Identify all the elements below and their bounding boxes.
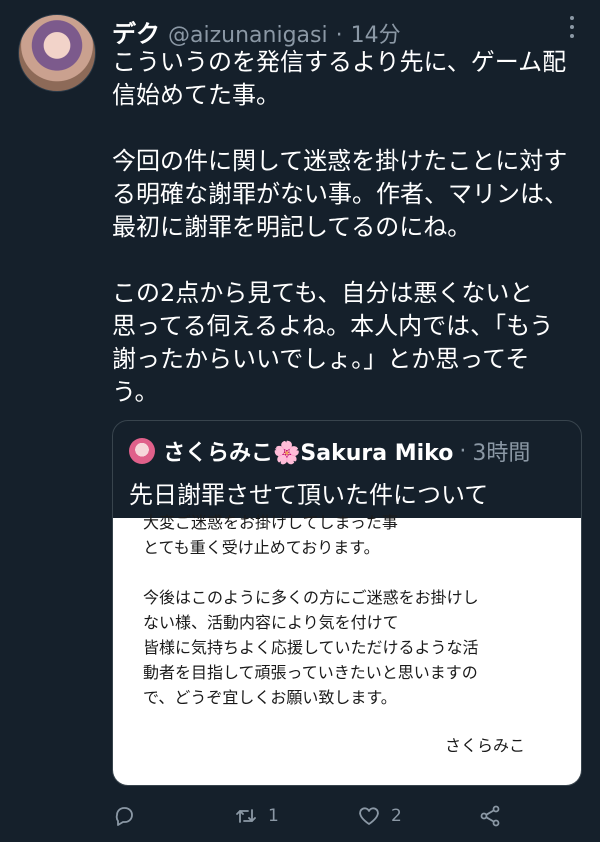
heart-icon	[359, 807, 379, 825]
author-avatar[interactable]	[18, 14, 96, 92]
image-signature: さくらみこ	[444, 736, 525, 755]
quoted-tweet-header: さくらみこ🌸Sakura Miko · 3時間	[129, 435, 569, 467]
author-display-name[interactable]: デク	[112, 14, 160, 49]
retweet-icon	[236, 809, 256, 823]
tweet-header: デク @aizunanigasi · 14分	[112, 14, 401, 48]
tweet-action-bar: 1 2	[112, 800, 582, 832]
quoted-tweet-timestamp: 3時間	[472, 441, 531, 466]
like-count: 2	[391, 806, 402, 826]
quoted-tweet-text: 先日謝罪させて頂いた件について	[129, 481, 489, 509]
author-handle[interactable]: @aizunanigasi	[168, 23, 328, 48]
quoted-header-separator: ·	[459, 438, 467, 464]
tweet-text: こういうのを発信するより先に、ゲーム配 信始めてた事。 今回の件に関して迷惑を掛…	[112, 48, 568, 406]
like-button[interactable]: 2	[357, 800, 402, 832]
quoted-tweet-image[interactable]: 大変ご迷惑をお掛けしてしまった事 とても重く受け止めております。 今後はこのよう…	[113, 513, 581, 785]
quoted-author-name: さくらみこ🌸Sakura Miko	[163, 441, 454, 466]
quoted-author-avatar	[129, 438, 155, 464]
retweet-count: 1	[268, 806, 279, 826]
image-apology-text: 大変ご迷惑をお掛けしてしまった事 とても重く受け止めております。 今後はこのよう…	[143, 513, 479, 707]
quoted-tweet-card[interactable]: さくらみこ🌸Sakura Miko · 3時間 先日謝罪させて頂いた件について …	[112, 420, 582, 786]
retweet-button[interactable]: 1	[234, 800, 279, 832]
reply-icon	[115, 807, 133, 826]
more-options-icon[interactable]	[562, 14, 582, 40]
share-icon	[480, 805, 500, 827]
header-separator: ·	[335, 23, 343, 48]
share-button[interactable]	[478, 800, 502, 832]
tweet-timestamp[interactable]: 14分	[351, 17, 401, 49]
reply-button[interactable]	[112, 800, 136, 832]
